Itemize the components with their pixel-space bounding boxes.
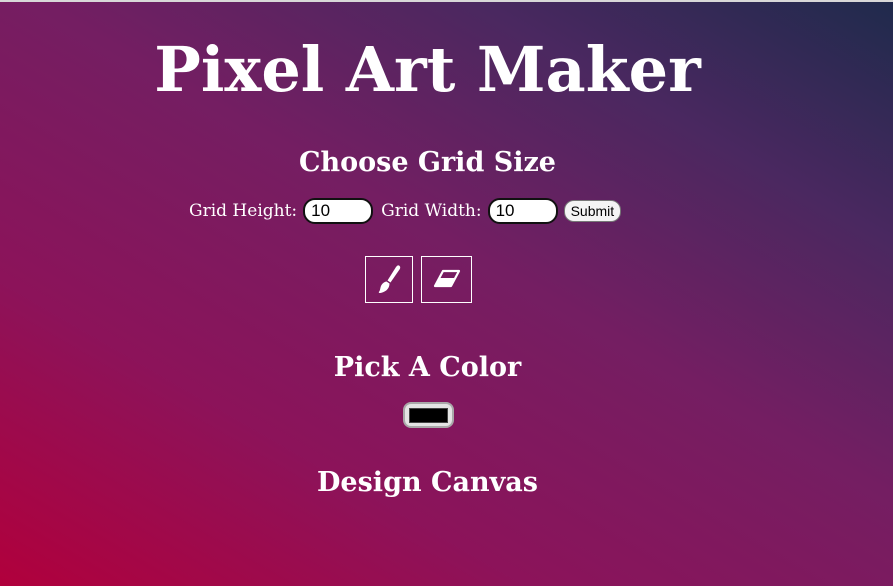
color-swatch	[409, 407, 448, 423]
grid-size-form: Grid Height: Grid Width: Submit	[189, 197, 622, 225]
paintbrush-icon	[378, 264, 401, 293]
brush-tool-button[interactable]	[365, 256, 413, 303]
page-title: Pixel Art Maker	[154, 33, 701, 106]
pick-color-heading: Pick A Color	[333, 352, 522, 383]
grid-height-label: Grid Height:	[189, 201, 298, 221]
eraser-icon	[433, 269, 460, 287]
grid-height-input[interactable]	[303, 198, 374, 224]
grid-width-input[interactable]	[487, 198, 558, 224]
submit-button[interactable]: Submit	[563, 200, 622, 222]
design-canvas-heading: Design Canvas	[317, 467, 538, 498]
grid-width-label: Grid Width:	[381, 201, 482, 221]
eraser-tool-button[interactable]	[421, 256, 472, 303]
grid-size-heading: Choose Grid Size	[298, 147, 556, 178]
color-picker[interactable]	[403, 402, 454, 428]
browser-top-edge	[0, 0, 893, 2]
